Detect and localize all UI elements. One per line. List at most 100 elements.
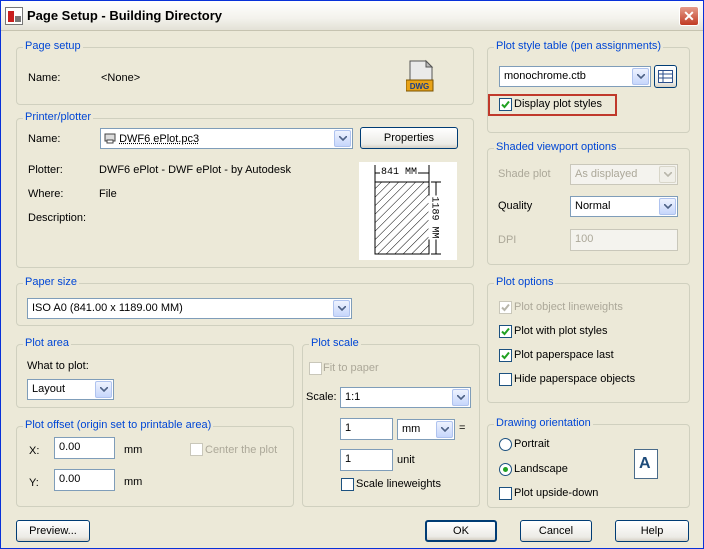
plot-option-label: Plot with plot styles [514, 325, 608, 337]
center-the-plot-label: Center the plot [205, 444, 278, 456]
dpi-label: DPI [498, 234, 517, 246]
plot-style-dropdown[interactable]: monochrome.ctb [499, 66, 651, 87]
display-plot-styles-label: Display plot styles [514, 98, 603, 110]
display-plot-styles-checkbox[interactable] [499, 98, 512, 111]
autocad-app-icon [5, 7, 23, 25]
landscape-label: Landscape [514, 463, 568, 475]
plot-option-label: Plot paperspace last [514, 349, 614, 361]
plot-options-legend: Plot options [494, 276, 556, 288]
chevron-down-icon[interactable] [436, 421, 453, 438]
chevron-down-icon[interactable] [659, 198, 676, 215]
chevron-down-icon[interactable] [333, 300, 350, 317]
close-button[interactable]: ✕ [679, 6, 699, 26]
shade-plot-value: As displayed [575, 168, 638, 180]
offset-x-input[interactable]: 0.00 [54, 437, 115, 459]
plot-option-checkbox[interactable] [499, 349, 512, 362]
paper-size-preview: 841 MM 1189 MM [359, 162, 457, 260]
scale-equals: = [459, 422, 466, 434]
paper-size-value: ISO A0 (841.00 x 1189.00 MM) [32, 302, 183, 314]
plot-area-group: Plot area What to plot: Layout [16, 337, 294, 408]
page-setup-name-label: Name: [28, 72, 61, 84]
plot-option-label: Plot object lineweights [514, 301, 623, 313]
shade-plot-dropdown[interactable]: As displayed [570, 164, 678, 185]
paper-size-group: Paper size ISO A0 (841.00 x 1189.00 MM) [16, 276, 474, 326]
scale-drawing-units-input[interactable]: 1 [340, 449, 393, 471]
help-button[interactable]: Help [615, 520, 689, 542]
what-to-plot-dropdown[interactable]: Layout [27, 379, 114, 400]
scale-unit2: unit [397, 454, 415, 466]
dpi-value: 100 [575, 233, 594, 245]
orientation-letter: A [639, 455, 651, 472]
paper-size-dropdown[interactable]: ISO A0 (841.00 x 1189.00 MM) [27, 298, 352, 319]
fit-to-paper-label: Fit to paper [323, 362, 379, 374]
description-label: Description: [28, 212, 87, 224]
plot-style-value: monochrome.ctb [504, 70, 586, 82]
chevron-down-icon[interactable] [334, 130, 351, 147]
paper-width-label: 841 MM [380, 167, 419, 178]
plotter-value: DWF6 ePlot - DWF ePlot - by Autodesk [99, 164, 291, 176]
page-setup-dialog: Page Setup - Building Directory ✕ Page s… [0, 0, 704, 549]
chevron-down-icon[interactable] [452, 389, 469, 406]
title-bar[interactable]: Page Setup - Building Directory ✕ [1, 1, 703, 31]
what-to-plot-label: What to plot: [27, 360, 89, 372]
chevron-down-icon[interactable] [95, 381, 112, 398]
shade-plot-label: Shade plot [498, 168, 551, 180]
dpi-input[interactable]: 100 [570, 229, 678, 251]
scale-units-dropdown[interactable]: mm [397, 419, 455, 440]
plot-offset-group: Plot offset (origin set to printable are… [16, 419, 294, 507]
printer-name-dropdown[interactable]: DWF6 ePlot.pc3 [100, 128, 353, 149]
center-the-plot-checkbox[interactable] [190, 443, 203, 456]
quality-value: Normal [575, 200, 611, 212]
plot-options-group: Plot options Plot object lineweights Plot… [487, 276, 690, 403]
offset-x-label: X: [29, 445, 40, 457]
printer-plotter-legend: Printer/plotter [23, 111, 94, 123]
ok-button[interactable]: OK [425, 520, 497, 542]
scale-lineweights-label: Scale lineweights [356, 478, 441, 490]
fit-to-paper-checkbox[interactable] [309, 362, 322, 375]
chevron-down-icon[interactable] [632, 68, 649, 85]
dwg-file-icon: DWG [405, 59, 436, 93]
scale-value1: 1 [345, 422, 352, 434]
drawing-orientation-group: Drawing orientation Portrait Landscape P… [487, 417, 690, 508]
properties-button[interactable]: Properties [360, 127, 458, 149]
edit-plot-style-button[interactable] [654, 65, 677, 88]
scale-value2: 1 [345, 453, 352, 465]
what-to-plot-value: Layout [32, 383, 66, 395]
printer-name-label: Name: [28, 133, 61, 145]
plotter-icon [104, 133, 116, 144]
plot-upside-down-label: Plot upside-down [514, 487, 599, 499]
scale-paper-units-input[interactable]: 1 [340, 418, 393, 440]
shaded-viewport-group: Shaded viewport options Shade plot As di… [487, 141, 690, 265]
printer-plotter-group: Printer/plotter Name: DWF6 ePlot.pc3 Pro… [16, 111, 474, 268]
scale-lineweights-checkbox[interactable] [341, 478, 354, 491]
orientation-preview-icon: A [634, 449, 658, 479]
offset-y-label: Y: [29, 477, 39, 489]
plot-scale-legend: Plot scale [309, 337, 361, 349]
printer-name-value: DWF6 ePlot.pc3 [119, 133, 200, 145]
quality-label: Quality [498, 200, 533, 212]
offset-y-unit: mm [124, 476, 143, 488]
offset-y-input[interactable]: 0.00 [54, 469, 115, 491]
drawing-orientation-legend: Drawing orientation [494, 417, 593, 429]
page-setup-name-value: <None> [101, 72, 141, 84]
where-label: Where: [28, 188, 64, 200]
landscape-radio[interactable] [499, 463, 512, 476]
quality-dropdown[interactable]: Normal [570, 196, 678, 217]
plot-option-label: Hide paperspace objects [514, 373, 636, 385]
plot-option-checkbox[interactable] [499, 325, 512, 338]
page-setup-legend: Page setup [23, 40, 83, 52]
cancel-button[interactable]: Cancel [520, 520, 592, 542]
paper-height-label: 1189 MM [428, 195, 440, 240]
scale-dropdown[interactable]: 1:1 [340, 387, 471, 408]
plot-option-checkbox[interactable] [499, 301, 512, 314]
scale-value: 1:1 [345, 391, 361, 403]
scale-label: Scale: [306, 391, 337, 403]
plot-offset-legend: Plot offset (origin set to printable are… [23, 419, 214, 431]
portrait-radio[interactable] [499, 438, 512, 451]
preview-button[interactable]: Preview... [16, 520, 90, 542]
chevron-down-icon[interactable] [659, 166, 676, 183]
plot-option-checkbox[interactable] [499, 373, 512, 386]
page-setup-group: Page setup Name: <None> DWG [16, 40, 474, 105]
where-value: File [99, 188, 117, 200]
plot-upside-down-checkbox[interactable] [499, 487, 512, 500]
